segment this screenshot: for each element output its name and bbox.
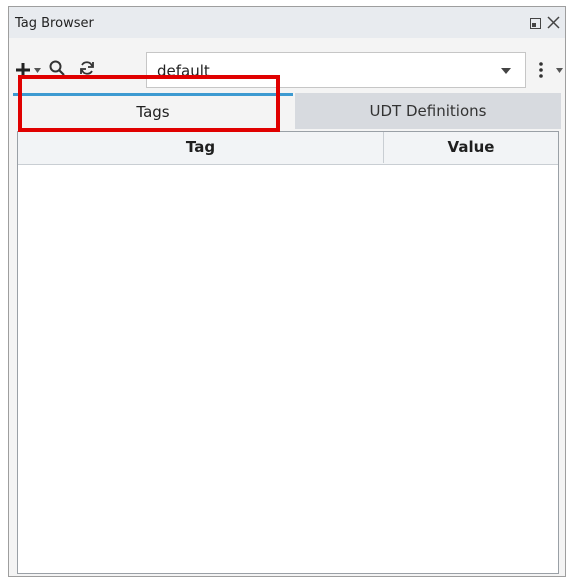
toolbar: default — [9, 38, 565, 91]
tab-tags[interactable]: Tags — [13, 93, 293, 129]
chevron-down-icon[interactable] — [501, 68, 511, 74]
search-icon[interactable] — [49, 60, 65, 76]
tab-udt-definitions[interactable]: UDT Definitions — [295, 93, 561, 129]
panel-title: Tag Browser — [15, 16, 94, 31]
tag-provider-select[interactable]: default — [146, 52, 526, 88]
column-header-value[interactable]: Value — [384, 132, 558, 163]
more-options-icon[interactable] — [539, 62, 543, 78]
tag-table: Tag Value — [17, 131, 559, 574]
provider-value: default — [157, 62, 210, 80]
add-dropdown-chevron-down-icon[interactable] — [34, 68, 41, 73]
tag-browser-panel: Tag Browser default Tags UDT Definitions… — [8, 6, 566, 577]
restore-window-icon[interactable] — [530, 18, 541, 29]
panel-titlebar: Tag Browser — [9, 7, 565, 39]
tab-bar: Tags UDT Definitions — [13, 93, 561, 129]
column-header-tag[interactable]: Tag — [18, 132, 384, 163]
table-header: Tag Value — [18, 132, 558, 165]
refresh-icon[interactable] — [79, 60, 95, 76]
close-icon[interactable] — [546, 15, 561, 30]
add-tag-icon[interactable] — [15, 62, 31, 78]
more-options-chevron-down-icon[interactable] — [556, 68, 563, 73]
